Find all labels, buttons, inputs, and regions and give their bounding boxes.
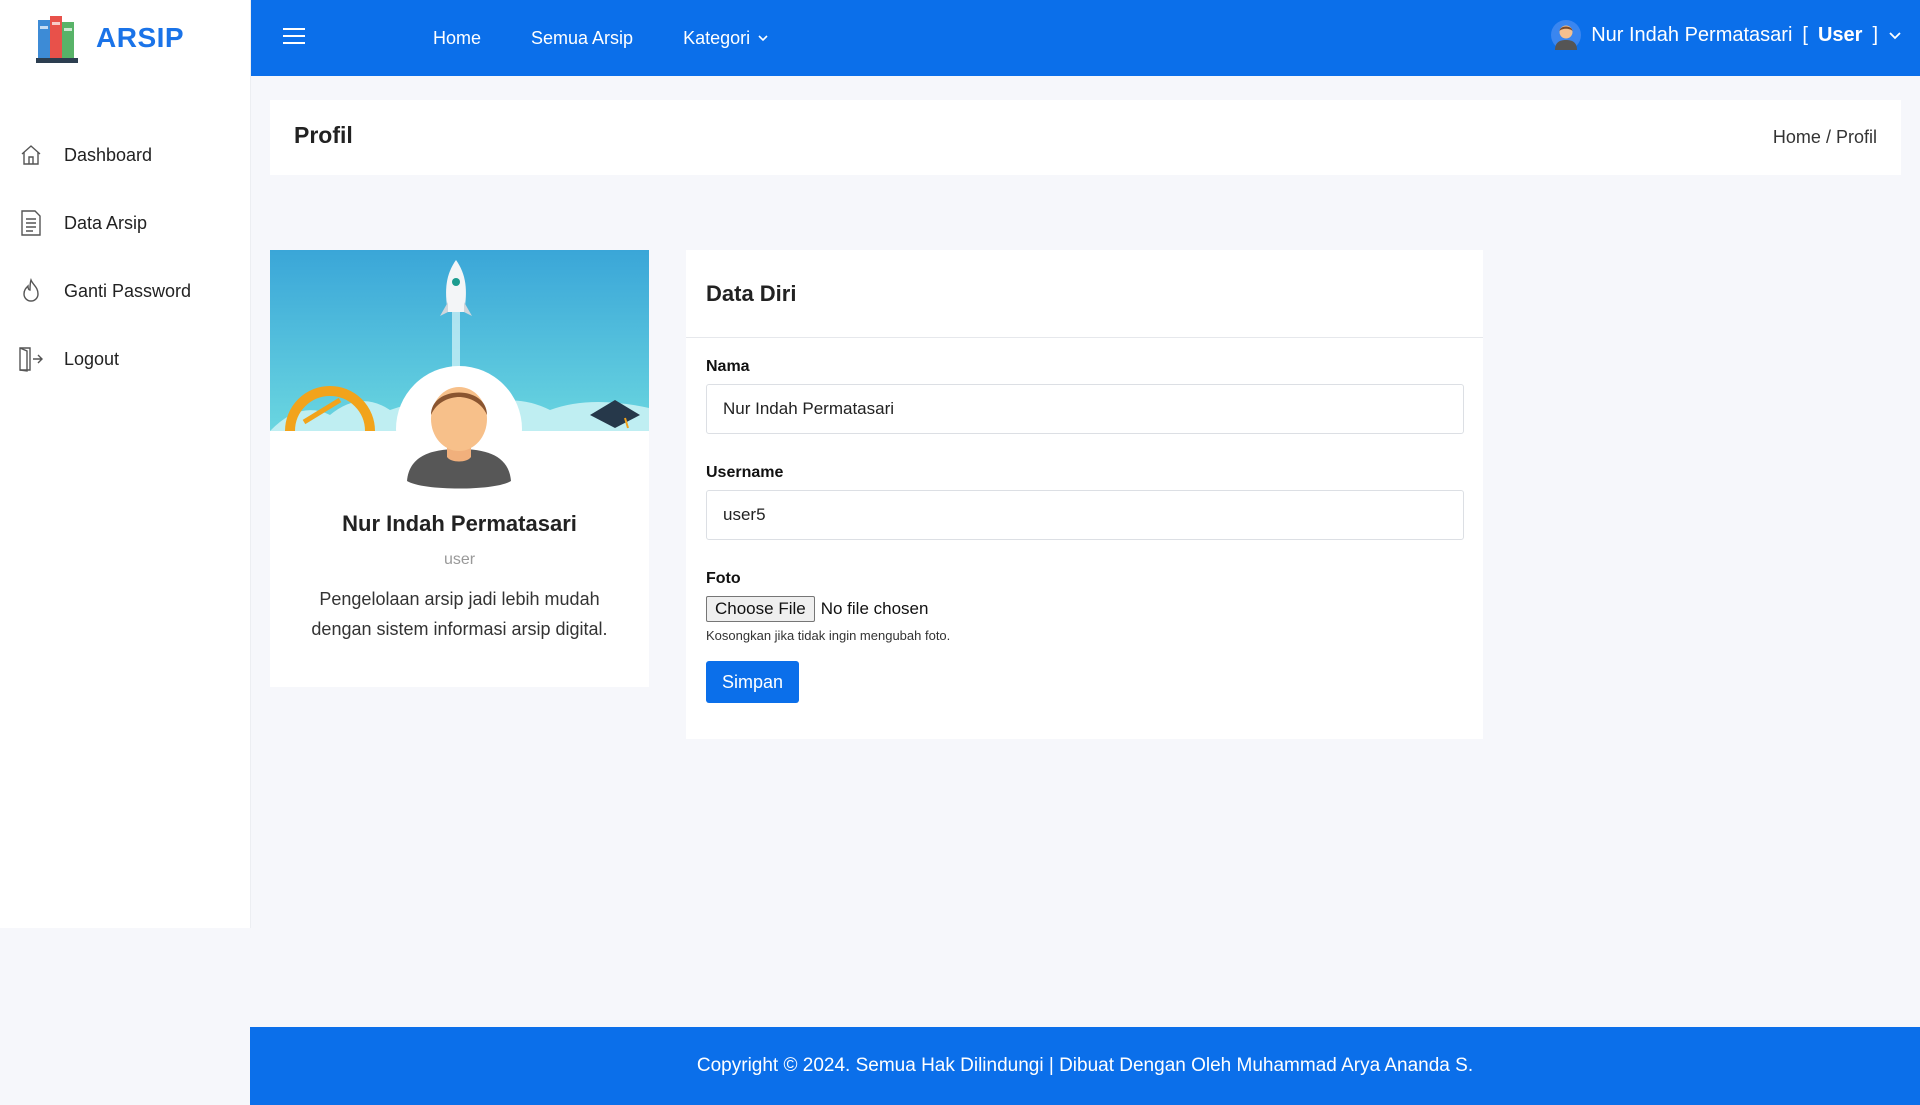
sidebar-item-label: Logout <box>64 348 120 369</box>
file-input: Choose File No file chosen <box>706 596 1463 622</box>
sidebar-item-ganti-password[interactable]: Ganti Password <box>0 257 250 325</box>
nav-kategori-label: Kategori <box>683 27 751 48</box>
profile-role: user <box>443 551 476 568</box>
foto-help-text: Kosongkan jika tidak ingin mengubah foto… <box>706 628 951 643</box>
sidebar-item-dashboard[interactable]: Dashboard <box>0 121 250 189</box>
breadcrumb-current: Profil <box>1835 127 1877 147</box>
home-icon <box>18 141 44 169</box>
file-status-text: No file chosen <box>820 599 929 618</box>
data-diri-card: Data Diri Nama Username Foto Choose File… <box>686 250 1483 739</box>
brand-name: ARSIP <box>96 22 185 53</box>
sidebar-item-logout[interactable]: Logout <box>0 325 250 393</box>
page-header: Profil Home / Profil <box>270 100 1901 175</box>
document-icon <box>18 209 44 237</box>
logout-icon <box>18 345 44 373</box>
brand[interactable]: ARSIP <box>0 0 250 76</box>
user-menu-role-prefix: [ <box>1802 23 1808 46</box>
nav-kategori-dropdown[interactable]: Kategori <box>683 28 768 49</box>
profile-avatar <box>396 366 522 492</box>
chevron-down-icon <box>1889 32 1901 40</box>
profile-name: Nur Indah Permatasari <box>342 511 577 536</box>
footer: Copyright © 2024. Semua Hak Dilindungi |… <box>250 1027 1920 1105</box>
simpan-button[interactable]: Simpan <box>706 661 800 703</box>
user-menu-dropdown[interactable]: Nur Indah Permatasari [ User] <box>1551 0 1902 70</box>
foto-label: Foto <box>706 570 741 587</box>
nav-semua-arsip[interactable]: Semua Arsip <box>531 28 633 49</box>
nama-input[interactable] <box>706 384 1464 434</box>
profile-description: Pengelolaan arsip jadi lebih mudah denga… <box>311 589 608 639</box>
sidebar: ARSIP Dashboard Data Arsip Ganti Passwor… <box>0 0 251 928</box>
choose-file-button[interactable]: Choose File <box>706 596 815 622</box>
sidebar-item-label: Dashboard <box>64 144 153 165</box>
sidebar-item-label: Data Arsip <box>64 212 148 233</box>
breadcrumb-separator: / <box>1825 127 1831 147</box>
top-navbar: Home Semua Arsip Kategori Nur Indah Perm… <box>251 0 1920 76</box>
breadcrumb: Home / Profil <box>1773 127 1877 148</box>
user-avatar-icon <box>1551 20 1582 50</box>
user-menu-name: Nur Indah Permatasari <box>1591 23 1793 46</box>
hamburger-menu-icon[interactable] <box>283 28 305 44</box>
breadcrumb-home-link[interactable]: Home <box>1773 127 1821 147</box>
form-card-title: Data Diri <box>686 250 1483 338</box>
nama-label: Nama <box>706 358 750 375</box>
archive-books-logo-icon <box>36 16 78 63</box>
sidebar-menu: Dashboard Data Arsip Ganti Password Logo… <box>0 121 250 393</box>
nav-home-label: Home <box>433 27 482 48</box>
sidebar-item-data-arsip[interactable]: Data Arsip <box>0 189 250 257</box>
main-nav: Home Semua Arsip Kategori <box>433 0 768 76</box>
user-menu-role: User <box>1817 23 1863 46</box>
nama-field-group: Nama <box>706 358 1464 434</box>
profile-card: Nur Indah Permatasari user Pengelolaan a… <box>270 250 649 687</box>
footer-copyright: Copyright © 2024. Semua Hak Dilindungi |… <box>696 1055 1474 1076</box>
chevron-down-icon <box>758 35 768 42</box>
sidebar-item-label: Ganti Password <box>64 280 192 301</box>
username-input[interactable] <box>706 490 1464 540</box>
user-menu-role-suffix: ] <box>1872 23 1878 46</box>
nav-semua-arsip-label: Semua Arsip <box>531 27 634 48</box>
nav-home[interactable]: Home <box>433 28 481 49</box>
username-field-group: Username <box>706 464 1464 540</box>
foto-field-group: Foto Choose File No file chosen Kosongka… <box>706 570 1463 643</box>
flame-icon <box>18 277 44 305</box>
page-title: Profil <box>294 122 353 148</box>
username-label: Username <box>706 464 784 481</box>
profile-form: Nama Username Foto Choose File No file c… <box>686 338 1483 723</box>
